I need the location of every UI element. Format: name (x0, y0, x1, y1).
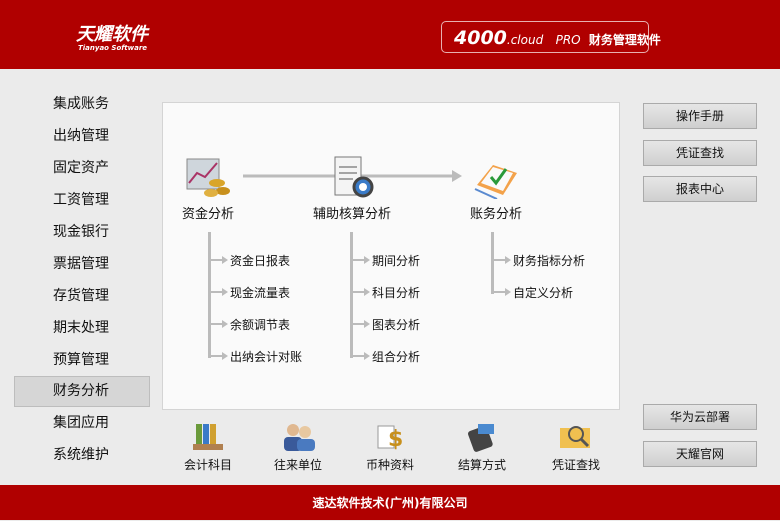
pos-terminal-icon (464, 420, 500, 452)
official-site-button[interactable]: 天耀官网 (643, 441, 757, 467)
tree-item[interactable]: 现金流量表 (209, 284, 290, 301)
tree-line (350, 232, 353, 358)
svg-text:$: $ (388, 427, 403, 452)
node-aux-analysis[interactable]: 辅助核算分析 (308, 155, 396, 222)
bottom-currency[interactable]: $ 币种资料 (350, 420, 430, 473)
tree-item[interactable]: 图表分析 (351, 316, 420, 333)
node-ledger-analysis[interactable]: 账务分析 (466, 155, 526, 222)
node-label: 账务分析 (469, 207, 522, 222)
node-label: 辅助核算分析 (312, 207, 391, 222)
bottom-partners[interactable]: 往来单位 (258, 420, 338, 473)
folder-search-icon (558, 420, 594, 452)
node-fund-analysis[interactable]: 资金分析 (178, 155, 238, 222)
book-check-icon (473, 155, 519, 200)
people-icon (280, 420, 316, 452)
bottom-settlement[interactable]: 结算方式 (442, 420, 522, 473)
report-center-button[interactable]: 报表中心 (643, 176, 757, 202)
huawei-cloud-button[interactable]: 华为云部署 (643, 404, 757, 430)
tree-line (491, 232, 494, 294)
dollar-icon: $ (372, 420, 408, 452)
tree-item[interactable]: 资金日报表 (209, 252, 290, 269)
chart-coins-icon (185, 155, 231, 199)
footer: 速达软件技术(广州)有限公司 (0, 485, 780, 520)
tree-item[interactable]: 出纳会计对账 (209, 348, 302, 365)
tree-item[interactable]: 期间分析 (351, 252, 420, 269)
tree-item[interactable]: 财务指标分析 (492, 252, 585, 269)
tree-item[interactable]: 自定义分析 (492, 284, 573, 301)
tree-line (208, 232, 211, 358)
node-label: 资金分析 (181, 207, 234, 222)
bottom-accounts[interactable]: 会计科目 (168, 420, 248, 473)
tree-item[interactable]: 科目分析 (351, 284, 420, 301)
document-gear-icon (329, 155, 375, 199)
bottom-voucher-search[interactable]: 凭证查找 (536, 420, 616, 473)
manual-button[interactable]: 操作手册 (643, 103, 757, 129)
binders-icon (190, 420, 226, 452)
voucher-search-button[interactable]: 凭证查找 (643, 140, 757, 166)
tree-item[interactable]: 组合分析 (351, 348, 420, 365)
tree-item[interactable]: 余额调节表 (209, 316, 290, 333)
